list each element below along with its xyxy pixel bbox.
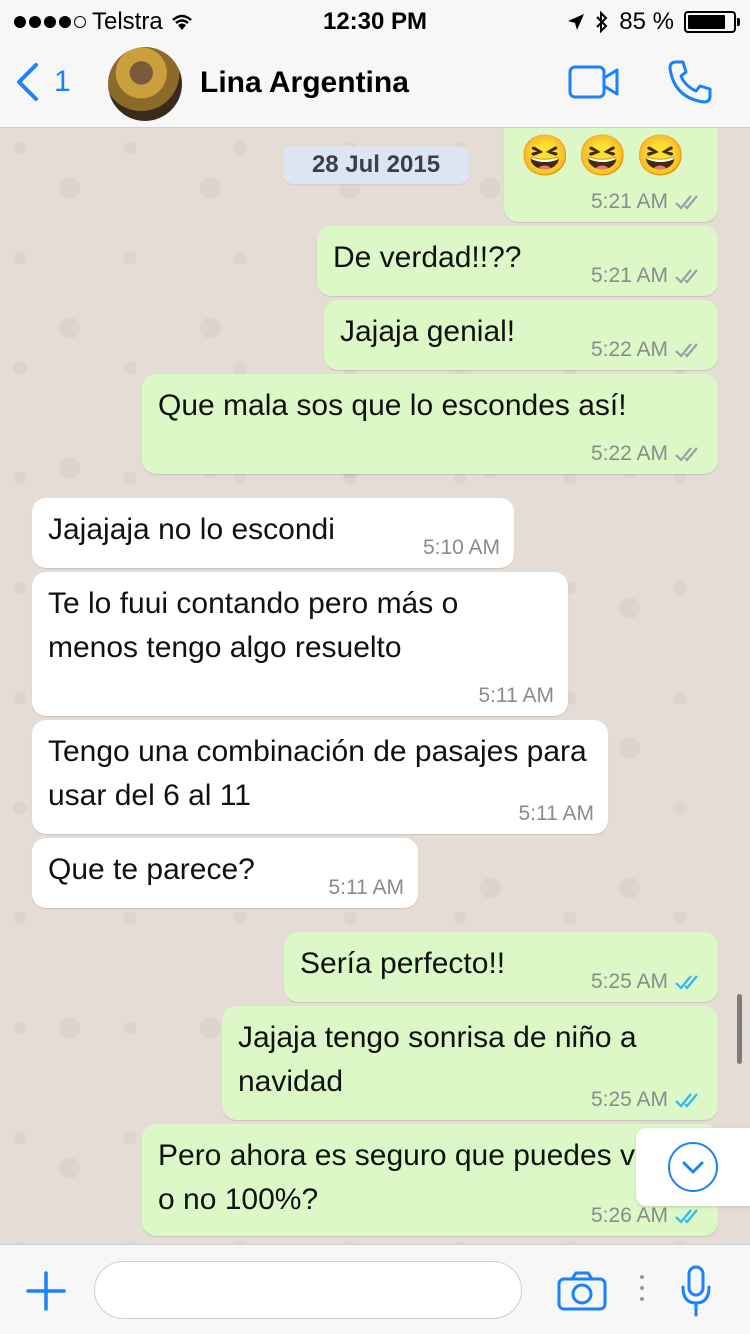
message-composer	[0, 1244, 750, 1334]
status-bar: Telstra 12:30 PM 85 %	[0, 0, 750, 40]
unread-count: 1	[54, 65, 71, 98]
delivered-ticks-icon	[675, 1209, 698, 1224]
message-bubble-outgoing[interactable]: Pero ahora es seguro que puedes venir o …	[142, 1124, 718, 1236]
message-meta: 5:25 AM	[591, 1088, 704, 1112]
message-meta: 5:10 AM	[423, 536, 500, 560]
message-time: 5:21 AM	[590, 190, 668, 213]
back-button[interactable]: 1	[14, 62, 71, 102]
message-text: Que te parece?	[48, 853, 255, 886]
message-meta: 5:21 AM	[591, 190, 704, 214]
message-time: 5:11 AM	[478, 684, 555, 707]
message-meta: 5:26 AM	[591, 1204, 704, 1228]
battery-percentage: 85 %	[619, 8, 674, 35]
voice-message-button[interactable]	[680, 1265, 712, 1322]
message-meta: 5:25 AM	[591, 970, 704, 994]
date-separator: 28 Jul 2015	[283, 146, 469, 184]
phone-call-icon	[668, 60, 712, 104]
message-bubble-incoming[interactable]: Tengo una combinación de pasajes para us…	[32, 720, 608, 834]
contact-name[interactable]: Lina Argentina	[200, 66, 409, 100]
message-text: Sería perfecto!!	[300, 947, 506, 980]
message-bubble-incoming[interactable]: Te lo fuui contando pero más o menos ten…	[32, 572, 568, 716]
message-bubble-outgoing[interactable]: Que mala sos que lo escondes así! 5:22 A…	[142, 374, 718, 474]
read-ticks-icon	[675, 447, 698, 462]
chat-header: 1 Lina Argentina	[0, 40, 750, 128]
message-text: De verdad!!??	[333, 241, 522, 274]
back-chevron-icon	[17, 63, 38, 101]
read-ticks-icon	[675, 343, 698, 358]
message-text: Tengo una combinación de pasajes para us…	[48, 735, 587, 812]
message-time: 5:11 AM	[328, 876, 405, 899]
read-ticks-icon	[675, 269, 698, 284]
video-call-icon	[568, 65, 619, 99]
voice-call-button[interactable]	[666, 58, 714, 111]
message-bubble-incoming[interactable]: Jajajaja no lo escondi 5:10 AM	[32, 498, 514, 568]
emoji-row: 😆😆😆	[520, 134, 694, 178]
message-meta: 5:22 AM	[591, 442, 704, 466]
message-input[interactable]	[94, 1261, 522, 1319]
message-time: 5:11 AM	[518, 802, 595, 825]
message-text: Jajaja genial!	[340, 315, 516, 348]
microphone-icon	[681, 1265, 711, 1317]
bluetooth-icon	[596, 11, 608, 33]
message-text: Que mala sos que lo escondes así!	[158, 389, 627, 422]
message-time: 5:10 AM	[422, 536, 500, 559]
read-ticks-icon	[675, 195, 698, 210]
plus-icon	[26, 1271, 66, 1311]
message-bubble-outgoing[interactable]: De verdad!!?? 5:21 AM	[317, 226, 718, 296]
message-time: 5:22 AM	[590, 442, 668, 465]
message-time: 5:25 AM	[590, 1088, 668, 1111]
message-meta: 5:11 AM	[479, 684, 555, 708]
message-bubble-outgoing[interactable]: 😆😆😆 5:21 AM	[504, 128, 718, 222]
message-text: Jajajaja no lo escondi	[48, 513, 335, 546]
location-arrow-icon	[568, 14, 585, 30]
message-meta: 5:11 AM	[329, 876, 405, 900]
scrollbar[interactable]	[737, 994, 742, 1064]
chevron-down-icon	[668, 1142, 718, 1192]
camera-icon	[557, 1271, 607, 1311]
delivered-ticks-icon	[675, 1093, 698, 1108]
message-text: Te lo fuui contando pero más o menos ten…	[48, 587, 459, 664]
more-dots-icon	[640, 1275, 644, 1301]
message-meta: 5:21 AM	[591, 264, 704, 288]
message-bubble-outgoing[interactable]: Jajaja tengo sonrisa de niño a navidad 5…	[222, 1006, 718, 1120]
message-meta: 5:22 AM	[591, 338, 704, 362]
message-time: 5:26 AM	[590, 1204, 668, 1227]
contact-avatar[interactable]	[108, 47, 182, 121]
message-meta: 5:11 AM	[519, 802, 595, 826]
scroll-to-bottom-button[interactable]	[636, 1128, 750, 1206]
attach-button[interactable]	[26, 1271, 66, 1316]
status-right: 85 %	[567, 8, 740, 36]
message-time: 5:21 AM	[590, 264, 668, 287]
message-bubble-incoming[interactable]: Que te parece? 5:11 AM	[32, 838, 418, 908]
message-text: Jajaja tengo sonrisa de niño a navidad	[238, 1021, 637, 1098]
video-call-button[interactable]	[568, 64, 620, 105]
message-bubble-outgoing[interactable]: Sería perfecto!! 5:25 AM	[284, 932, 718, 1002]
battery-icon	[684, 11, 740, 33]
message-time: 5:22 AM	[590, 338, 668, 361]
delivered-ticks-icon	[675, 975, 698, 990]
message-bubble-outgoing[interactable]: Jajaja genial! 5:22 AM	[324, 300, 718, 370]
message-time: 5:25 AM	[590, 970, 668, 993]
message-list[interactable]: 😆😆😆 5:21 AM 28 Jul 2015 De verdad!!?? 5:…	[0, 128, 750, 1244]
camera-button[interactable]	[557, 1271, 607, 1316]
